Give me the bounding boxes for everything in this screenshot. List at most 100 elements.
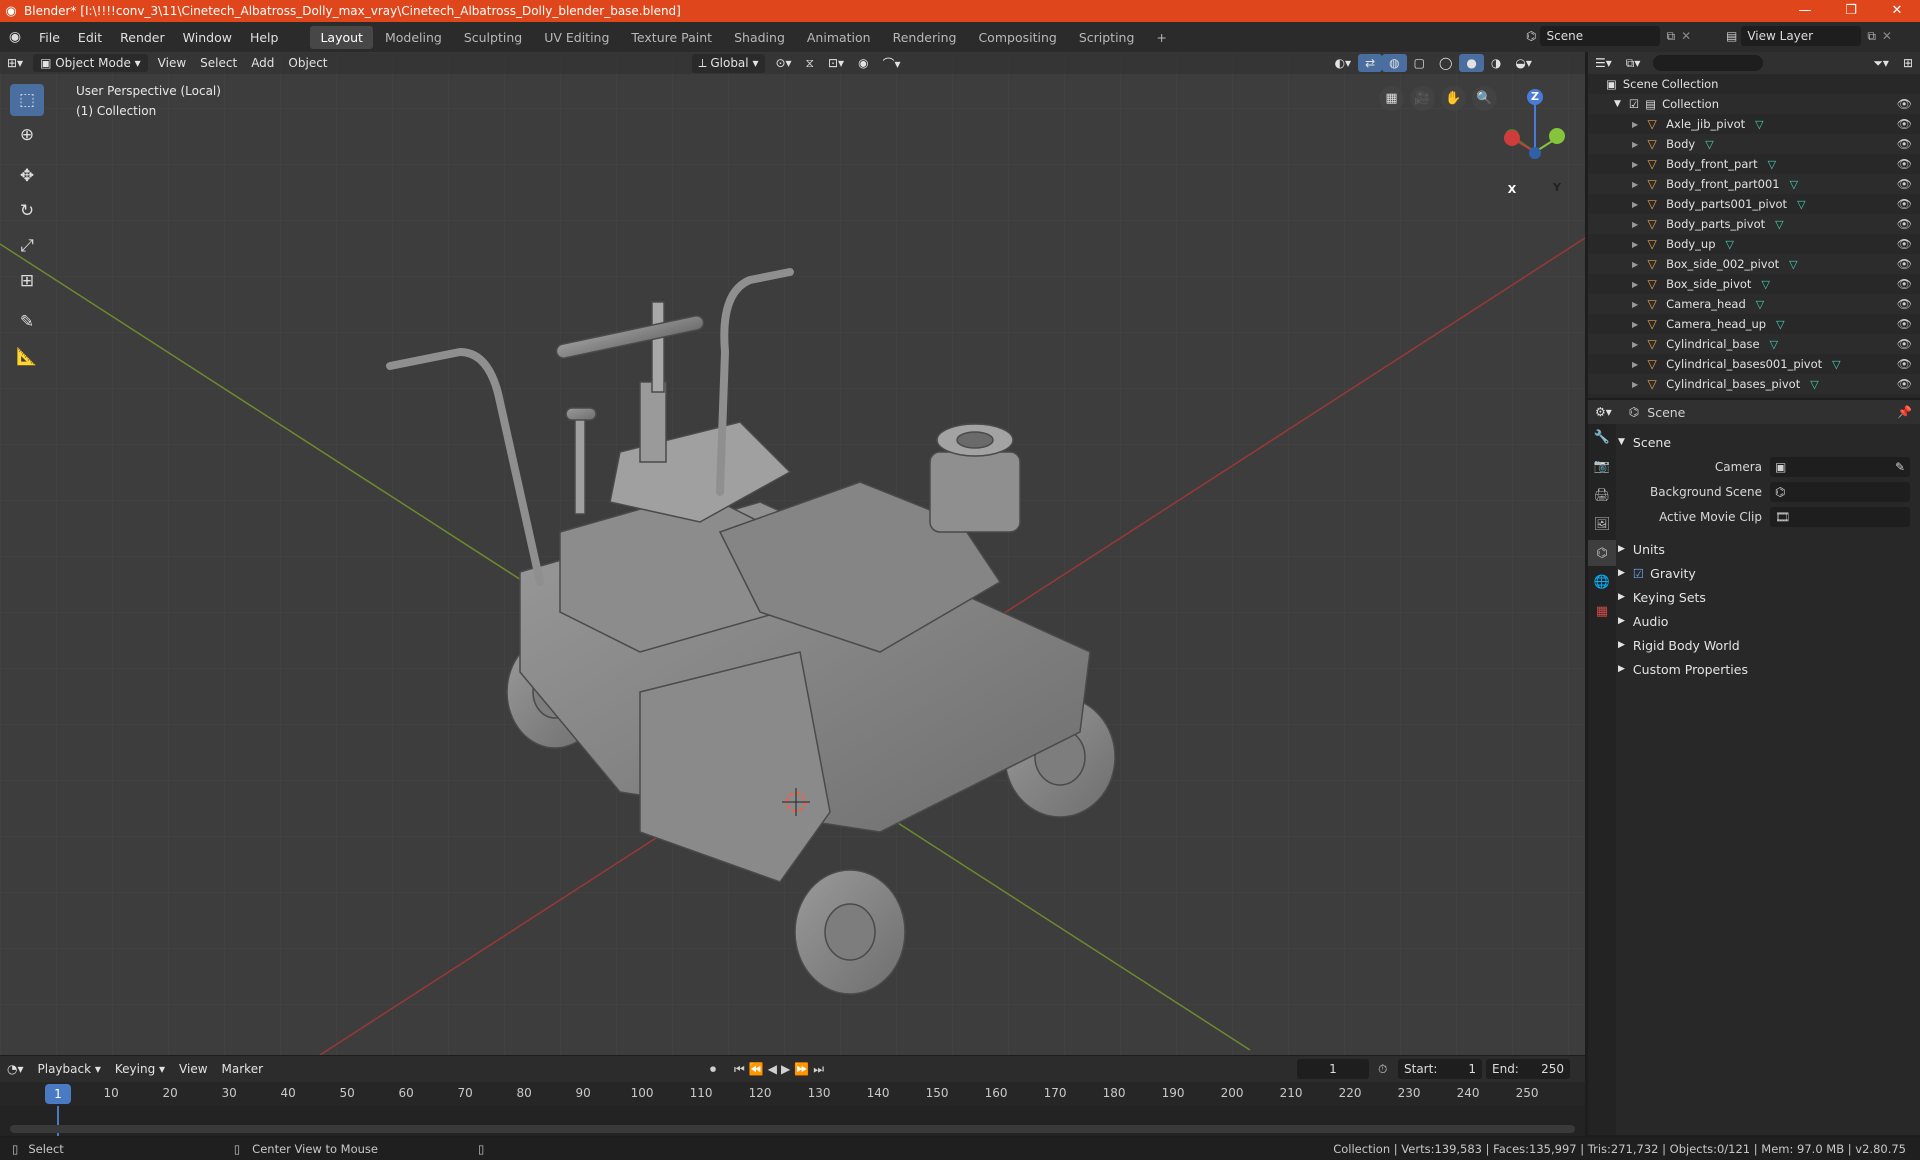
current-frame-field[interactable]: 1 bbox=[1297, 1059, 1369, 1079]
tab-sculpting[interactable]: Sculpting bbox=[454, 26, 532, 49]
mesh-data-icon[interactable]: ▽ bbox=[1776, 318, 1784, 331]
pivot-point-icon[interactable]: ⊙▾ bbox=[768, 54, 798, 72]
timeline-scrollbar[interactable] bbox=[10, 1125, 1575, 1133]
shading-solid-icon[interactable]: ● bbox=[1459, 54, 1484, 72]
eye-icon[interactable]: 👁 bbox=[1897, 97, 1912, 111]
menu-window[interactable]: Window bbox=[174, 30, 241, 45]
outliner-item[interactable]: ▶ ▽ Axle_jib_pivot ▽ 👁 bbox=[1588, 114, 1920, 134]
mesh-data-icon[interactable]: ▽ bbox=[1770, 338, 1778, 351]
shading-wireframe-icon[interactable]: ◯ bbox=[1432, 54, 1459, 72]
tab-rendering[interactable]: Rendering bbox=[883, 26, 967, 49]
menu-help[interactable]: Help bbox=[241, 30, 288, 45]
outliner-editor-type-icon[interactable]: ☰▾ bbox=[1588, 54, 1619, 72]
viewport-menu-view[interactable]: View bbox=[151, 54, 193, 72]
preview-range-icon[interactable]: ⏱ bbox=[1378, 1062, 1387, 1077]
tool-tab-icon[interactable]: 🔧 bbox=[1588, 424, 1616, 450]
add-workspace-button[interactable]: + bbox=[1146, 26, 1176, 49]
tab-uv-editing[interactable]: UV Editing bbox=[534, 26, 619, 49]
record-button-icon[interactable]: ⏺ bbox=[710, 1062, 716, 1077]
timeline-menu-playback[interactable]: Playback ▾ bbox=[31, 1060, 108, 1078]
custom-properties-section[interactable]: ▶ Custom Properties bbox=[1618, 657, 1920, 681]
expand-arrow-icon[interactable]: ▶ bbox=[1632, 240, 1638, 249]
mesh-data-icon[interactable]: ▽ bbox=[1790, 178, 1798, 191]
eye-icon[interactable]: 👁 bbox=[1897, 277, 1912, 291]
pin-icon[interactable]: 📌 bbox=[1897, 405, 1912, 419]
expand-arrow-icon[interactable]: ▶ bbox=[1632, 160, 1638, 169]
move-tool-icon[interactable]: ✥ bbox=[10, 160, 44, 192]
outliner-item[interactable]: ▶ ▽ Cylindrical_base ▽ 👁 bbox=[1588, 334, 1920, 354]
outliner-item[interactable]: ▶ ▽ Body_front_part001 ▽ 👁 bbox=[1588, 174, 1920, 194]
timeline-menu-marker[interactable]: Marker bbox=[215, 1060, 270, 1078]
toggle-grid-icon[interactable]: ▦ bbox=[1379, 86, 1404, 111]
world-tab-icon[interactable]: 🌐 bbox=[1588, 569, 1616, 595]
output-tab-icon[interactable]: 🖨 bbox=[1588, 482, 1616, 508]
rigid-body-world-section[interactable]: ▶ Rigid Body World bbox=[1618, 633, 1920, 657]
timeline-menu-keying[interactable]: Keying ▾ bbox=[108, 1060, 172, 1078]
active-movie-clip-field[interactable]: 🎞 bbox=[1770, 506, 1910, 527]
menu-file[interactable]: File bbox=[30, 30, 69, 45]
rotate-tool-icon[interactable]: ↻ bbox=[10, 195, 44, 227]
mesh-data-icon[interactable]: ▽ bbox=[1789, 258, 1797, 271]
gizmo-toggle-icon[interactable]: ⇄ bbox=[1358, 54, 1383, 72]
display-mode-icon[interactable]: ⧉▾ bbox=[1619, 54, 1648, 73]
outliner-item[interactable]: ▶ ▽ Cylindrical_bases_pivot ▽ 👁 bbox=[1588, 374, 1920, 394]
gravity-checkbox[interactable]: ☑ bbox=[1633, 566, 1644, 581]
visibility-icon[interactable]: ◐▾ bbox=[1328, 54, 1359, 72]
annotate-tool-icon[interactable]: ✎ bbox=[10, 306, 44, 338]
outliner-item[interactable]: ▶ ▽ Camera_head_up ▽ 👁 bbox=[1588, 314, 1920, 334]
tab-shading[interactable]: Shading bbox=[724, 26, 795, 49]
gizmo-x-label[interactable]: X bbox=[1504, 183, 1520, 196]
mesh-data-icon[interactable]: ▽ bbox=[1755, 118, 1763, 131]
camera-view-icon[interactable]: 🎥 bbox=[1410, 86, 1435, 111]
select-box-tool-icon[interactable]: ⬚ bbox=[10, 84, 44, 116]
falloff-icon[interactable]: ⌒▾ bbox=[876, 53, 908, 74]
expand-arrow-icon[interactable]: ▶ bbox=[1632, 260, 1638, 269]
collapse-arrow-icon[interactable]: ▼ bbox=[1614, 99, 1621, 109]
end-frame-field[interactable]: End: 250 bbox=[1486, 1059, 1570, 1079]
view-layer-selector[interactable]: View Layer bbox=[1741, 26, 1862, 46]
shading-material-icon[interactable]: ◑ bbox=[1484, 54, 1508, 72]
new-scene-icon[interactable]: ⧉ bbox=[1666, 29, 1675, 44]
mesh-data-icon[interactable]: ▽ bbox=[1761, 278, 1769, 291]
expand-arrow-icon[interactable]: ▶ bbox=[1632, 300, 1638, 309]
outliner-item[interactable]: ▶ ▽ Camera_head ▽ 👁 bbox=[1588, 294, 1920, 314]
close-button[interactable]: ✕ bbox=[1874, 0, 1920, 22]
eyedropper-icon[interactable]: ✎ bbox=[1895, 460, 1905, 474]
gizmo-y-label[interactable]: Y bbox=[1549, 181, 1565, 194]
maximize-button[interactable]: ❐ bbox=[1828, 0, 1874, 22]
3d-viewport[interactable]: Z X Y ⊞▾ ▣ Object Mode ▾ View Select Add… bbox=[0, 52, 1585, 1055]
editor-type-icon[interactable]: ⊞▾ bbox=[0, 54, 30, 72]
collection-row[interactable]: ▼ ☑ ▤ Collection 👁 bbox=[1588, 94, 1920, 114]
tab-animation[interactable]: Animation bbox=[797, 26, 881, 49]
eye-icon[interactable]: 👁 bbox=[1897, 137, 1912, 151]
eye-icon[interactable]: 👁 bbox=[1897, 117, 1912, 131]
expand-arrow-icon[interactable]: ▶ bbox=[1632, 220, 1638, 229]
viewport-menu-object[interactable]: Object bbox=[281, 54, 334, 72]
menu-edit[interactable]: Edit bbox=[69, 30, 111, 45]
cursor-tool-icon[interactable]: ⊕ bbox=[10, 119, 44, 151]
frame-ruler[interactable]: 1 10 20 30 40 50 60 70 80 90 100 110 120 130 140 150 16… bbox=[0, 1082, 1585, 1106]
outliner-item[interactable]: ▶ ▽ Body_up ▽ 👁 bbox=[1588, 234, 1920, 254]
outliner-item[interactable]: ▶ ▽ Box_side_002_pivot ▽ 👁 bbox=[1588, 254, 1920, 274]
scene-section-header[interactable]: ▼ Scene bbox=[1618, 430, 1920, 454]
pan-view-icon[interactable]: ✋ bbox=[1441, 86, 1466, 111]
viewport-menu-add[interactable]: Add bbox=[244, 54, 281, 72]
collection-checkbox[interactable]: ☑ bbox=[1629, 97, 1639, 111]
outliner-search-input[interactable] bbox=[1653, 55, 1764, 71]
eye-icon[interactable]: 👁 bbox=[1897, 177, 1912, 191]
start-frame-field[interactable]: Start: 1 bbox=[1398, 1059, 1482, 1079]
expand-arrow-icon[interactable]: ▶ bbox=[1632, 360, 1638, 369]
scene-tab-icon[interactable]: ⌬ bbox=[1588, 540, 1616, 566]
zoom-view-icon[interactable]: 🔍 bbox=[1472, 86, 1497, 111]
viewport-menu-select[interactable]: Select bbox=[193, 54, 244, 72]
outliner-item[interactable]: ▶ ▽ Body ▽ 👁 bbox=[1588, 134, 1920, 154]
mesh-data-icon[interactable]: ▽ bbox=[1768, 158, 1776, 171]
outliner-item[interactable]: ▶ ▽ Body_parts_pivot ▽ 👁 bbox=[1588, 214, 1920, 234]
eye-icon[interactable]: 👁 bbox=[1897, 357, 1912, 371]
snap-icon[interactable]: ⧖ bbox=[799, 54, 821, 73]
mesh-data-icon[interactable]: ▽ bbox=[1705, 138, 1713, 151]
eye-icon[interactable]: 👁 bbox=[1897, 297, 1912, 311]
eye-icon[interactable]: 👁 bbox=[1897, 197, 1912, 211]
play-reverse-icon[interactable]: ◀ bbox=[768, 1062, 777, 1077]
timeline-menu-view[interactable]: View bbox=[172, 1060, 214, 1078]
